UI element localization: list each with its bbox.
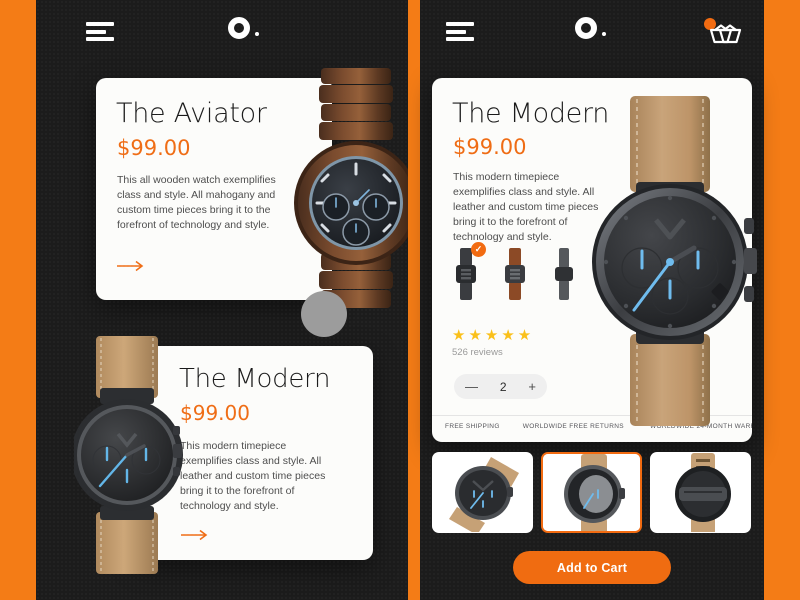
logo-dot	[255, 32, 259, 36]
star-rating-icon: ★★★★★	[452, 327, 535, 344]
quantity-decrement-button[interactable]: —	[465, 379, 478, 394]
top-bar-left	[36, 0, 408, 68]
hero-watch-image	[592, 96, 770, 426]
quantity-value: 2	[499, 379, 507, 394]
gallery-thumbnail-list	[432, 452, 752, 533]
modern-watch-image-left	[74, 336, 184, 574]
basket-glyph	[717, 24, 743, 44]
rating-block: ★★★★★ 526 reviews	[452, 328, 534, 358]
arrow-right-icon[interactable]	[117, 260, 145, 272]
strap-swatch-brown[interactable]	[502, 248, 528, 300]
hamburger-menu-icon[interactable]	[446, 22, 474, 41]
logo-ring	[575, 17, 597, 39]
hamburger-menu-icon[interactable]	[86, 22, 114, 41]
review-count-label: 526 reviews	[452, 347, 503, 358]
strap-swatch-black[interactable]: ✓	[453, 242, 486, 300]
logo-dot	[602, 32, 606, 36]
gallery-thumb-back[interactable]	[650, 452, 751, 533]
aviator-watch-image	[291, 68, 408, 308]
product-title: The Modern	[452, 98, 610, 129]
product-price: $99.00	[180, 401, 250, 425]
add-to-cart-button[interactable]: Add to Cart	[513, 551, 671, 584]
phone-screen-left: The Aviator $99.00 This all wooden watch…	[36, 0, 408, 600]
product-price: $99.00	[117, 136, 191, 160]
product-title: The Modern	[179, 364, 331, 394]
gallery-thumb-tilted[interactable]	[541, 452, 642, 533]
product-title: The Aviator	[116, 98, 267, 129]
strap-swatch-list: ✓	[453, 242, 577, 300]
strap-swatch-gray[interactable]	[551, 248, 577, 300]
product-description: This modern timepiece exemplifies class …	[180, 440, 326, 512]
product-description: This modern timepiece exemplifies class …	[453, 171, 599, 243]
shipping-info-item: FREE SHIPPING	[445, 423, 500, 430]
brand-ring-logo-icon	[575, 17, 609, 51]
logo-ring	[228, 17, 250, 39]
arrow-right-icon[interactable]	[181, 529, 209, 541]
scroll-handle-circle[interactable]	[301, 291, 347, 337]
quantity-stepper[interactable]: — 2 +	[454, 374, 547, 399]
product-price: $99.00	[453, 135, 527, 159]
shopping-basket-icon[interactable]	[713, 18, 747, 48]
quantity-increment-button[interactable]: +	[528, 379, 536, 394]
app-mockup-stage: The Aviator $99.00 This all wooden watch…	[0, 0, 800, 600]
gallery-thumb-front[interactable]	[432, 452, 533, 533]
product-description: This all wooden watch exemplifies class …	[117, 174, 276, 231]
brand-ring-logo-icon	[228, 17, 262, 51]
check-icon: ✓	[471, 242, 486, 257]
